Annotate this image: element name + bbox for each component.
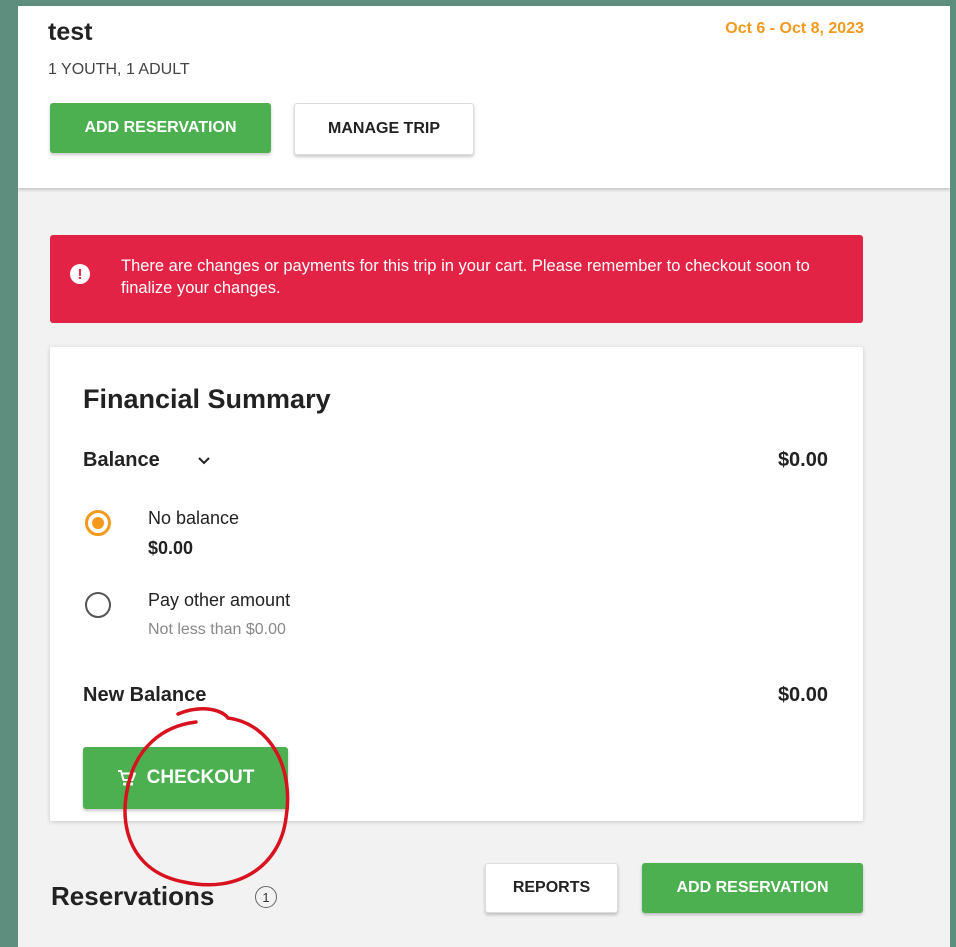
- chevron-down-icon[interactable]: [196, 453, 212, 469]
- financial-summary-card: Financial Summary Balance $0.00 No balan…: [50, 347, 863, 821]
- reports-button[interactable]: REPORTS: [485, 863, 618, 913]
- balance-value: $0.00: [777, 449, 828, 471]
- pay-other-amount-radio[interactable]: [85, 592, 111, 618]
- checkout-label: CHECKOUT: [146, 767, 255, 788]
- pay-other-amount-label: Pay other amount: [148, 590, 291, 610]
- no-balance-amount: $0.00: [148, 538, 194, 558]
- checkout-button[interactable]: CHECKOUT: [83, 747, 288, 809]
- exclamation-icon: !: [70, 264, 90, 284]
- reservations-title: Reservations: [51, 881, 215, 911]
- manage-trip-button[interactable]: MANAGE TRIP: [294, 103, 474, 155]
- trip-header: test 1 YOUTH, 1 ADULT Oct 6 - Oct 8, 202…: [18, 6, 950, 188]
- trip-dates: Oct 6 - Oct 8, 2023: [725, 20, 864, 37]
- no-balance-radio[interactable]: [85, 510, 111, 536]
- reservations-count-badge: 1: [255, 886, 277, 908]
- balance-toggle[interactable]: Balance: [83, 449, 160, 472]
- trip-title: test: [48, 18, 93, 46]
- no-balance-label: No balance: [148, 508, 240, 528]
- new-balance-label: New Balance: [83, 684, 207, 706]
- trip-page: test 1 YOUTH, 1 ADULT Oct 6 - Oct 8, 202…: [18, 6, 950, 947]
- alert-message: There are changes or payments for this t…: [121, 257, 810, 297]
- cart-changes-alert: ! There are changes or payments for this…: [50, 235, 863, 323]
- trip-party-summary: 1 YOUTH, 1 ADULT: [48, 61, 190, 78]
- add-reservation-button[interactable]: ADD RESERVATION: [50, 103, 271, 153]
- balance-label: Balance: [83, 449, 160, 471]
- cart-icon: [117, 770, 136, 786]
- pay-other-amount-hint: Not less than $0.00: [148, 621, 286, 638]
- financial-summary-title: Financial Summary: [83, 384, 331, 414]
- new-balance-value: $0.00: [777, 684, 828, 706]
- reservations-add-reservation-button[interactable]: ADD RESERVATION: [642, 863, 863, 913]
